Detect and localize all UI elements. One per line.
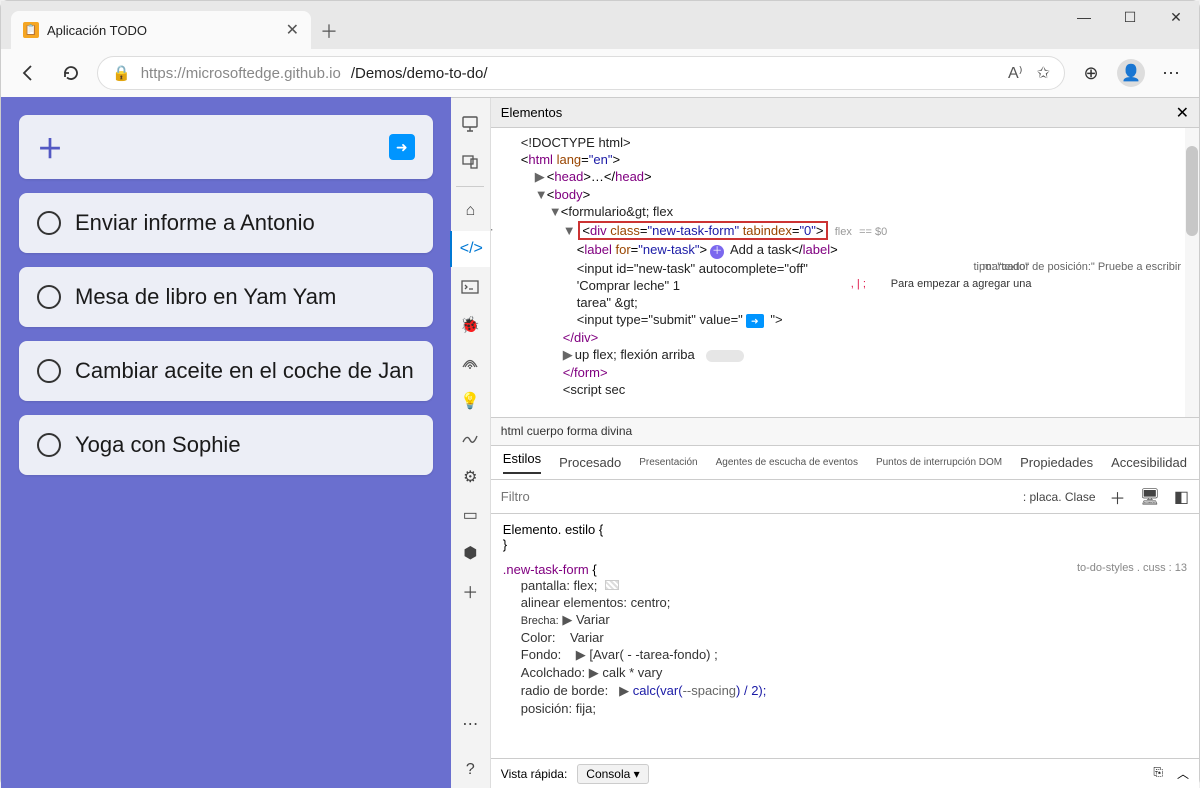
elements-icon[interactable]: </> — [450, 231, 490, 267]
toggle-sidebar-icon[interactable]: ◧ — [1174, 487, 1189, 507]
plus-icon: ＋ — [37, 129, 63, 166]
refresh-button[interactable] — [55, 57, 87, 89]
read-aloud-icon[interactable]: A⁾ — [1008, 63, 1023, 83]
tab-presentacion[interactable]: Presentación — [639, 457, 697, 468]
devtools-drawer: Vista rápida: Consola ▾ ⎘ ︿ — [491, 758, 1199, 788]
computed-panel-icon[interactable]: 🖥 — [1140, 487, 1160, 507]
menu-icon[interactable]: ⋯ — [1155, 57, 1187, 89]
drawer-select[interactable]: Consola ▾ — [577, 764, 648, 784]
address-bar[interactable]: 🔒 https://microsoftedge.github.io/Demos/… — [97, 56, 1065, 90]
profile-avatar[interactable]: 👤 — [1117, 59, 1145, 87]
minimize-button[interactable]: ― — [1061, 1, 1107, 33]
todo-app-pane: ＋ ➜ Enviar informe a Antonio Mesa de lib… — [1, 97, 451, 788]
checkbox-icon[interactable] — [37, 211, 61, 235]
tab-title: Aplicación TODO — [47, 23, 147, 38]
task-label: Mesa de libro en Yam Yam — [75, 284, 336, 310]
window-controls: ― ☐ ✕ — [1061, 1, 1199, 49]
favorite-icon[interactable]: ✩ — [1037, 63, 1050, 83]
task-label: Enviar informe a Antonio — [75, 210, 315, 236]
settings-icon[interactable]: ⚙ — [450, 459, 490, 495]
lightbulb-icon[interactable]: 💡 — [450, 383, 490, 419]
device-icon[interactable] — [450, 144, 490, 180]
checkbox-icon[interactable] — [37, 433, 61, 457]
memory-icon[interactable]: ⬢ — [450, 535, 490, 571]
dom-tree[interactable]: <!DOCTYPE html> <html lang="en"> ▶<head>… — [491, 128, 1199, 418]
devtools-activity-bar: ⌂ </> 🐞 💡 ⚙ ▭ ⬢ ＋ ⋯ ? — [451, 98, 491, 788]
close-devtools-icon[interactable]: ✕ — [1176, 103, 1189, 123]
new-tab-button[interactable]: ＋ — [311, 13, 347, 49]
checkbox-icon[interactable] — [37, 285, 61, 309]
application-icon[interactable]: ▭ — [450, 497, 490, 533]
task-label: Yoga con Sophie — [75, 432, 241, 458]
network-icon[interactable] — [450, 345, 490, 381]
add-tool-icon[interactable]: ＋ — [450, 573, 490, 609]
styles-filter-row: : placa. Clase ＋ 🖥 ◧ — [491, 480, 1199, 514]
hover-toggle[interactable]: : placa. Clase — [1023, 490, 1096, 504]
browser-tab[interactable]: 📋 Aplicación TODO ✕ — [11, 11, 311, 49]
collections-icon[interactable]: ⊕ — [1075, 57, 1107, 89]
tab-agentes[interactable]: Agentes de escucha de eventos — [716, 457, 858, 468]
styles-filter-input[interactable] — [501, 489, 1023, 504]
devtools-panel-header: Elementos ✕ — [491, 98, 1199, 128]
more-icon[interactable]: ⋯ — [450, 706, 490, 742]
welcome-icon[interactable]: ⌂ — [450, 193, 490, 229]
performance-icon[interactable] — [450, 421, 490, 457]
task-item[interactable]: Enviar informe a Antonio — [19, 193, 433, 253]
close-window-button[interactable]: ✕ — [1153, 1, 1199, 33]
lock-icon: 🔒 — [112, 64, 131, 82]
console-icon[interactable] — [450, 269, 490, 305]
checkbox-icon[interactable] — [37, 359, 61, 383]
devtools-main: Elementos ✕ <!DOCTYPE html> <html lang="… — [491, 98, 1199, 788]
toolbar: 🔒 https://microsoftedge.github.io/Demos/… — [1, 49, 1199, 97]
issues-icon[interactable]: ⎘ — [1153, 765, 1163, 782]
close-tab-icon[interactable]: ✕ — [286, 20, 299, 40]
url-host: https://microsoftedge.github.io — [141, 65, 341, 82]
window-titlebar: 📋 Aplicación TODO ✕ ＋ ― ☐ ✕ — [1, 1, 1199, 49]
styles-tabs: Estilos Procesado Presentación Agentes d… — [491, 446, 1199, 480]
sources-icon[interactable]: 🐞 — [450, 307, 490, 343]
tab-puntos[interactable]: Puntos de interrupción DOM — [876, 457, 1002, 468]
selected-dom-node[interactable]: <div class="new-task-form" tabindex="0"> — [578, 221, 827, 240]
task-label: Cambiar aceite en el coche de Jan — [75, 358, 414, 384]
new-rule-icon[interactable]: ＋ — [1110, 485, 1126, 509]
clipboard-icon: 📋 — [23, 22, 39, 38]
styles-panel[interactable]: Elemento. estilo { } .new-task-form {to-… — [491, 514, 1199, 758]
url-path: /Demos/demo-to-do/ — [351, 65, 488, 82]
tab-propiedades[interactable]: Propiedades — [1020, 455, 1093, 470]
flex-editor-icon[interactable] — [605, 580, 619, 590]
tab-procesado[interactable]: Procesado — [559, 455, 621, 470]
dom-breadcrumb[interactable]: html cuerpo forma divina — [491, 418, 1199, 446]
task-item[interactable]: Yoga con Sophie — [19, 415, 433, 475]
submit-icon[interactable]: ➜ — [389, 134, 415, 160]
tab-estilos[interactable]: Estilos — [503, 451, 541, 474]
collapse-drawer-icon[interactable]: ︿ — [1177, 765, 1189, 782]
new-task-form[interactable]: ＋ ➜ — [19, 115, 433, 179]
task-item[interactable]: Cambiar aceite en el coche de Jan — [19, 341, 433, 401]
help-icon[interactable]: ? — [450, 752, 490, 788]
vista-label: Vista rápida: — [501, 767, 568, 781]
task-item[interactable]: Mesa de libro en Yam Yam — [19, 267, 433, 327]
tab-accesibilidad[interactable]: Accesibilidad — [1111, 455, 1187, 470]
inspect-icon[interactable] — [450, 106, 490, 142]
panel-title: Elementos — [501, 105, 562, 120]
devtools-pane: ⌂ </> 🐞 💡 ⚙ ▭ ⬢ ＋ ⋯ ? Elementos ✕ <!DOCT… — [451, 97, 1199, 788]
back-button[interactable] — [13, 57, 45, 89]
maximize-button[interactable]: ☐ — [1107, 1, 1153, 33]
